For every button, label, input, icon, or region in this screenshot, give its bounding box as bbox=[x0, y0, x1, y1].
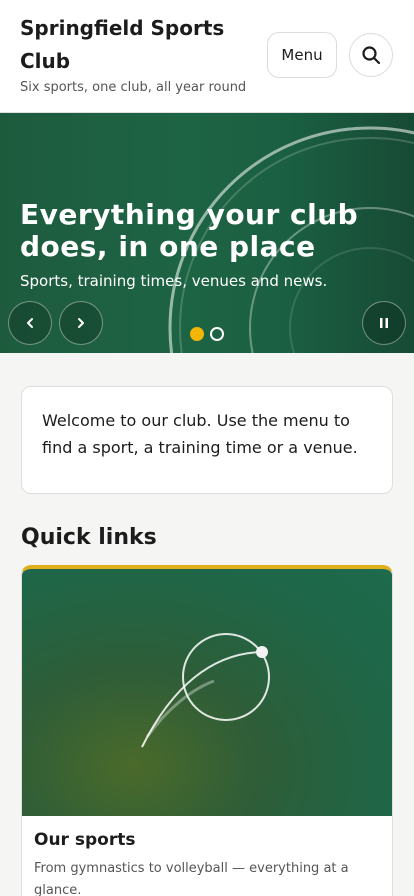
brand: Springfield Sports Club Six sports, one … bbox=[20, 12, 260, 95]
next-slide-button[interactable] bbox=[59, 301, 103, 345]
slide-indicators bbox=[190, 327, 224, 341]
slide-indicator-1[interactable] bbox=[190, 327, 204, 341]
site-title[interactable]: Springfield Sports Club bbox=[20, 12, 260, 78]
menu-button[interactable]: Menu bbox=[267, 32, 337, 78]
sports-card-image bbox=[22, 569, 392, 816]
welcome-text: Welcome to our club. Use the menu to fin… bbox=[42, 411, 358, 457]
search-icon bbox=[362, 46, 381, 65]
quick-links-heading: Quick links bbox=[21, 525, 157, 550]
chevron-left-icon bbox=[27, 318, 33, 328]
site-tagline: Six sports, one club, all year round bbox=[20, 80, 247, 95]
pause-button[interactable] bbox=[362, 301, 406, 345]
site-header: Springfield Sports Club Six sports, one … bbox=[0, 0, 414, 113]
pause-icon bbox=[380, 318, 388, 328]
card-description: From gymnastics to volleyball — everythi… bbox=[34, 861, 349, 896]
ball-trajectory-illustration bbox=[141, 633, 270, 748]
previous-slide-button[interactable] bbox=[8, 301, 52, 345]
hero-carousel: Everything your club does, in one place … bbox=[0, 113, 414, 353]
slide-indicator-2[interactable] bbox=[210, 327, 224, 341]
chevron-right-icon bbox=[78, 318, 84, 328]
hero-subheading: Sports, training times, venues and news. bbox=[20, 272, 328, 290]
quick-link-card-our-sports[interactable]: Our sports From gymnastics to volleyball… bbox=[21, 565, 393, 896]
card-title: Our sports bbox=[34, 830, 136, 850]
welcome-card: Welcome to our club. Use the menu to fin… bbox=[21, 386, 393, 494]
search-button[interactable] bbox=[349, 33, 393, 77]
hero-heading: Everything your club does, in one place bbox=[20, 198, 359, 263]
